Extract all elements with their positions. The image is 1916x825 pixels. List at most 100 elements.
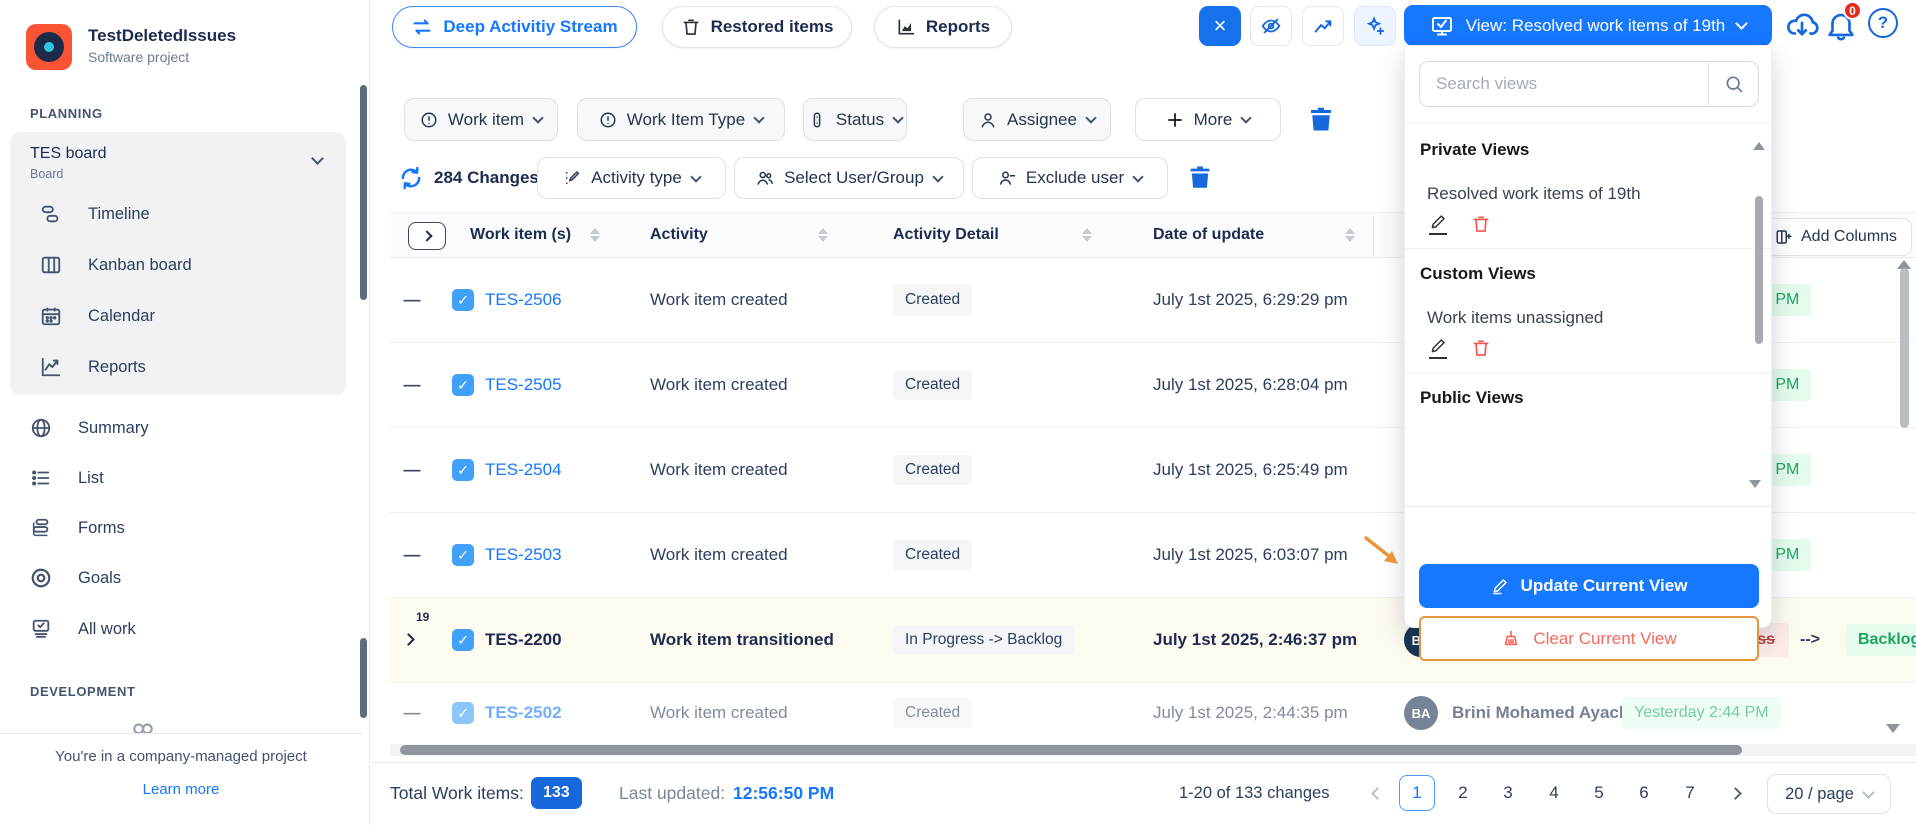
work-item-link[interactable]: TES-2505 [485, 375, 562, 395]
chevron-down-icon [932, 171, 943, 182]
sort-icon[interactable] [818, 228, 828, 242]
ai-sparkles-button[interactable] [1354, 6, 1396, 46]
sidebar-item-list[interactable]: List [0, 454, 369, 502]
sidebar-item-forms[interactable]: Forms [0, 504, 369, 552]
search-views-input[interactable] [1420, 74, 1708, 94]
pagination-page[interactable]: 1 [1399, 775, 1435, 811]
sort-icon[interactable] [1345, 228, 1355, 242]
sidebar-scrollbar[interactable] [360, 638, 367, 718]
work-item-link[interactable]: TES-2504 [485, 460, 562, 480]
row-checkbox[interactable]: ✓ [452, 544, 474, 566]
filter-work-item-type[interactable]: Work Item Type [577, 98, 785, 141]
activity-detail-badge: Created [893, 455, 972, 485]
person-icon [979, 111, 997, 129]
filter-exclude-user[interactable]: Exclude user [972, 157, 1168, 199]
expand-all-button[interactable] [408, 222, 446, 250]
row-checkbox[interactable]: ✓ [452, 459, 474, 481]
sidebar-item-reports[interactable]: Reports [10, 343, 346, 391]
help-button[interactable]: ? [1868, 8, 1898, 38]
deep-activity-stream-button[interactable]: Deep Activitiy Stream [392, 6, 637, 48]
expand-row-button[interactable] [404, 631, 413, 649]
work-item-link[interactable]: TES-2200 [485, 630, 562, 650]
table-row[interactable]: — ✓ TES-2502 Work item created Created J… [390, 683, 1916, 742]
column-header-activity-detail[interactable]: Activity Detail [893, 226, 999, 244]
pagination-page[interactable]: 5 [1581, 775, 1617, 811]
sidebar-item-kanban-board[interactable]: Kanban board [10, 241, 346, 289]
view-item-custom[interactable]: Work items unassigned [1427, 308, 1603, 328]
total-work-items-badge: 133 [531, 777, 582, 809]
add-columns-button[interactable]: Add Columns [1760, 218, 1912, 256]
clear-activity-filters-button[interactable] [1186, 163, 1214, 191]
vertical-scrollbar[interactable] [1900, 268, 1909, 428]
sidebar-item-all-work[interactable]: All work [0, 605, 369, 653]
update-current-view-button[interactable]: Update Current View [1419, 564, 1759, 608]
clear-current-view-label: Clear Current View [1533, 629, 1676, 649]
project-logo[interactable] [26, 24, 72, 70]
panel-scroll-up-arrow[interactable] [1753, 142, 1765, 150]
pagination-next[interactable] [1717, 775, 1753, 811]
refresh-icon[interactable] [398, 165, 424, 191]
pagination-page[interactable]: 7 [1672, 775, 1708, 811]
sidebar-item-label: Calendar [88, 307, 155, 326]
work-item-link[interactable]: TES-2502 [485, 703, 562, 723]
chevron-down-icon [1085, 112, 1096, 123]
close-button[interactable]: × [1199, 6, 1241, 46]
sort-icon[interactable] [590, 228, 600, 242]
sidebar-item-timeline[interactable]: Timeline [10, 190, 346, 238]
sort-icon[interactable] [1082, 228, 1092, 242]
sidebar-item-summary[interactable]: Summary [0, 404, 369, 452]
row-checkbox[interactable]: ✓ [452, 289, 474, 311]
learn-more-link[interactable]: Learn more [0, 781, 362, 798]
restored-items-button[interactable]: Restored items [662, 6, 852, 48]
pagination-page[interactable]: 6 [1626, 775, 1662, 811]
column-divider [1373, 217, 1374, 255]
filter-activity-type[interactable]: Activity type [537, 157, 726, 199]
pagination-prev[interactable] [1359, 775, 1395, 811]
horizontal-scrollbar[interactable] [400, 745, 1742, 755]
sidebar-item-calendar[interactable]: Calendar [10, 292, 346, 340]
board-title[interactable]: TES board [30, 145, 106, 163]
delete-icon[interactable] [1471, 214, 1491, 234]
chevron-down-icon[interactable] [311, 152, 324, 165]
view-item-private[interactable]: Resolved work items of 19th [1427, 184, 1641, 204]
date-cell: July 1st 2025, 2:46:37 pm [1153, 630, 1357, 650]
column-header-date[interactable]: Date of update [1153, 226, 1264, 244]
edit-icon[interactable] [1429, 213, 1447, 235]
hide-button[interactable] [1250, 6, 1292, 46]
annotation-arrow [1362, 534, 1408, 574]
trend-chart-button[interactable] [1302, 6, 1344, 46]
filter-assignee[interactable]: Assignee [963, 98, 1111, 141]
reports-button[interactable]: Reports [874, 6, 1012, 48]
view-dropdown-button[interactable]: View: Resolved work items of 19th [1404, 5, 1772, 46]
work-item-link[interactable]: TES-2506 [485, 290, 562, 310]
filter-select-user-group[interactable]: Select User/Group [734, 157, 964, 199]
filter-more[interactable]: More [1135, 98, 1281, 141]
filter-work-item[interactable]: Work item [404, 98, 558, 141]
sidebar-item-goals[interactable]: Goals [0, 554, 369, 602]
activity-detail-badge: Created [893, 370, 972, 400]
scroll-down-arrow[interactable] [1886, 724, 1900, 733]
panel-scrollbar[interactable] [1755, 196, 1763, 344]
filter-status[interactable]: Status [803, 98, 907, 141]
column-header-activity[interactable]: Activity [650, 226, 708, 244]
pagination-page[interactable]: 2 [1445, 775, 1481, 811]
clear-current-view-button[interactable]: Clear Current View [1419, 616, 1759, 661]
search-button[interactable] [1708, 62, 1758, 106]
pagination-page[interactable]: 4 [1536, 775, 1572, 811]
row-checkbox[interactable]: ✓ [452, 702, 474, 724]
work-item-link[interactable]: TES-2503 [485, 545, 562, 565]
column-header-work-item[interactable]: Work item (s) [470, 226, 571, 244]
transition-arrow: --> [1800, 631, 1820, 649]
edit-icon[interactable] [1429, 337, 1447, 359]
sidebar-item-label: Timeline [88, 205, 150, 224]
row-checkbox[interactable]: ✓ [452, 374, 474, 396]
pagination-page[interactable]: 3 [1490, 775, 1526, 811]
sidebar-scrollbar[interactable] [360, 85, 367, 300]
panel-scroll-down-arrow[interactable] [1749, 480, 1761, 488]
row-checkbox[interactable]: ✓ [452, 629, 474, 651]
delete-icon[interactable] [1471, 338, 1491, 358]
sync-cloud-button[interactable] [1784, 8, 1820, 42]
page-size-select[interactable]: 20 / page [1767, 774, 1891, 814]
chevron-down-icon [690, 171, 701, 182]
clear-filters-button[interactable] [1306, 104, 1336, 134]
